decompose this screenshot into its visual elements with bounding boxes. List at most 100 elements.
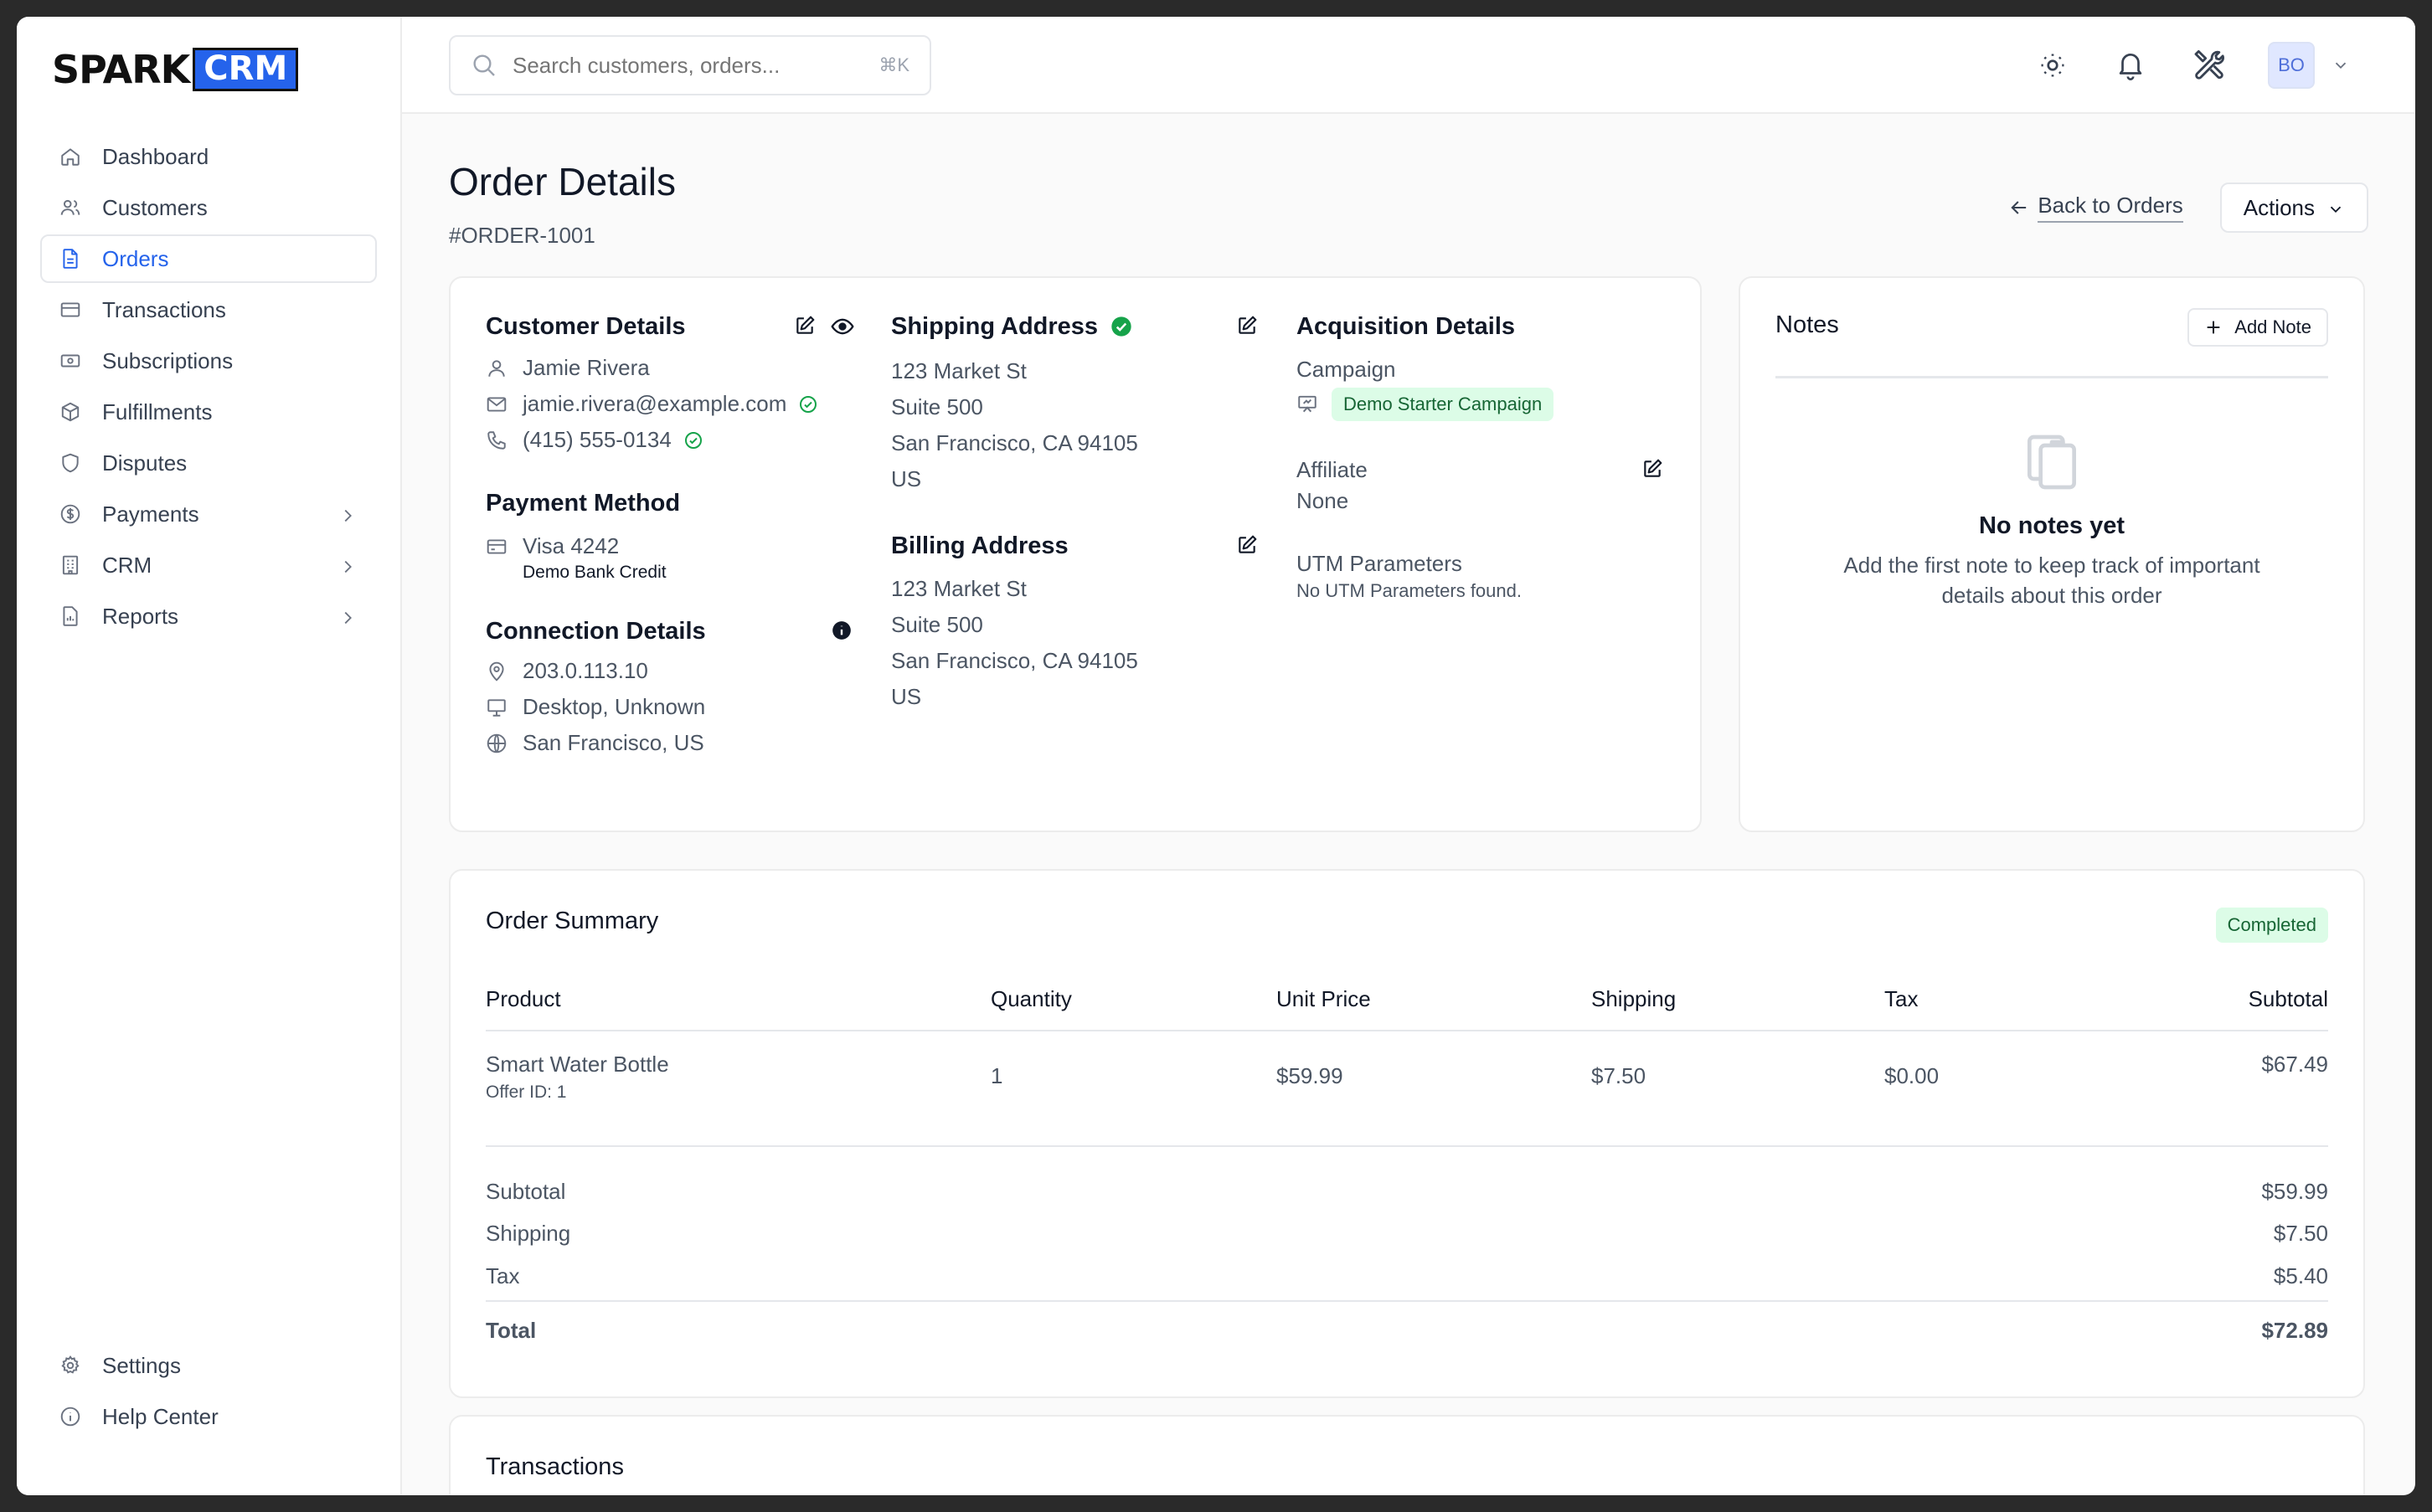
customer-phone-row: (415) 555-0134	[486, 422, 854, 458]
info-filled-icon[interactable]	[831, 620, 854, 643]
notes-title: Notes	[1775, 311, 1839, 338]
empty-title: No notes yet	[1978, 512, 2125, 539]
table-header: Product Quantity Unit Price Shipping Tax…	[486, 976, 2328, 1031]
sidebar-item-reports[interactable]: Reports	[40, 592, 377, 640]
sidebar-item-label: Disputes	[102, 450, 188, 476]
notes-card: Notes Add Note No notes yet Add the firs…	[1739, 276, 2365, 832]
customer-email[interactable]: jamie.rivera@example.com	[523, 391, 786, 417]
customer-name: Jamie Rivera	[523, 355, 650, 380]
edit-icon[interactable]	[1236, 315, 1260, 338]
totals-divider	[486, 1300, 2328, 1302]
user-icon	[486, 357, 508, 379]
connection-location: San Francisco, US	[523, 730, 704, 755]
verified-check-icon	[683, 430, 703, 450]
verified-check-icon	[798, 394, 818, 414]
campaign-label: Campaign	[1296, 357, 1396, 382]
connection-details-heading: Connection Details	[486, 616, 854, 646]
billing-line-3: San Francisco, CA 94105	[891, 648, 1138, 673]
brand-logo[interactable]: SPARK CRM	[40, 17, 377, 122]
search-input[interactable]	[513, 52, 879, 79]
sidebar-nav: Dashboard Customers Orders Transactions …	[40, 132, 377, 640]
shipping-address-title: Shipping Address	[891, 312, 1099, 340]
top-bar-actions: BO	[2034, 17, 2415, 114]
sidebar-item-subscriptions[interactable]: Subscriptions	[40, 337, 377, 385]
sidebar-item-crm[interactable]: CRM	[40, 541, 377, 589]
info-icon	[59, 1405, 82, 1428]
actions-label: Actions	[2243, 194, 2315, 220]
chevron-down-icon[interactable]	[2332, 56, 2350, 75]
phone-icon	[486, 429, 508, 451]
shipping-line-2: Suite 500	[891, 394, 983, 419]
edit-icon[interactable]	[794, 315, 817, 338]
order-details-card: Customer Details Jamie Rivera jamie.rive…	[449, 276, 1702, 832]
banknote-icon	[59, 349, 82, 373]
chevron-right-icon	[338, 607, 357, 625]
page-title: Order Details	[449, 160, 676, 203]
sidebar-item-label: Reports	[102, 603, 179, 629]
status-badge: Completed	[2215, 908, 2328, 943]
shield-icon	[59, 451, 82, 475]
shipping-line-4: US	[891, 466, 922, 491]
tools-icon[interactable]	[2190, 47, 2227, 84]
campaign-badge[interactable]: Demo Starter Campaign	[1332, 388, 1554, 421]
utm-value: No UTM Parameters found.	[1296, 580, 1522, 601]
sidebar-item-settings[interactable]: Settings	[40, 1341, 377, 1390]
customer-name-row: Jamie Rivera	[486, 350, 854, 386]
sidebar-item-label: Subscriptions	[102, 347, 234, 373]
affiliate-actions	[1628, 458, 1665, 481]
payment-card-row: Visa 4242	[486, 528, 854, 564]
sidebar-item-label: Help Center	[102, 1403, 219, 1429]
chevron-right-icon	[338, 556, 357, 574]
shipping-line-3: San Francisco, CA 94105	[891, 430, 1138, 455]
main-content: ⌘K BO Order Details #ORDER-1001 Back to …	[402, 17, 2415, 1495]
totals-shipping-row: Shipping $7.50	[486, 1221, 2328, 1247]
connection-details-title: Connection Details	[486, 617, 706, 645]
customer-email-row: jamie.rivera@example.com	[486, 386, 854, 422]
back-to-orders-link[interactable]: Back to Orders	[2007, 193, 2183, 223]
connection-device: Desktop, Unknown	[523, 694, 706, 719]
home-icon	[59, 145, 82, 168]
totals-shipping-label: Shipping	[486, 1221, 571, 1246]
eye-icon[interactable]	[831, 315, 854, 338]
add-note-button[interactable]: Add Note	[2187, 308, 2328, 347]
sidebar-item-transactions[interactable]: Transactions	[40, 285, 377, 334]
sidebar-item-label: Orders	[102, 245, 169, 271]
sun-icon[interactable]	[2034, 47, 2071, 84]
sidebar-item-label: Dashboard	[102, 143, 209, 169]
sidebar-item-payments[interactable]: Payments	[40, 490, 377, 538]
sidebar-item-customers[interactable]: Customers	[40, 183, 377, 232]
column-header-shipping: Shipping	[1591, 986, 1677, 1011]
sidebar-item-label: Fulfillments	[102, 399, 213, 424]
edit-icon[interactable]	[1641, 458, 1665, 481]
payment-bank: Demo Bank Credit	[523, 563, 667, 582]
presentation-icon	[1296, 393, 1318, 415]
sidebar-item-help-center[interactable]: Help Center	[40, 1392, 377, 1441]
gear-icon	[59, 1354, 82, 1377]
avatar[interactable]: BO	[2268, 42, 2315, 89]
mail-icon	[486, 393, 508, 415]
document-icon	[59, 247, 82, 270]
monitor-icon	[486, 697, 508, 718]
shipping-line-1: 123 Market St	[891, 358, 1027, 383]
sidebar-item-orders[interactable]: Orders	[40, 234, 377, 283]
totals-subtotal-row: Subtotal $59.99	[486, 1179, 2328, 1205]
totals-subtotal-label: Subtotal	[486, 1179, 566, 1204]
logo-crm-text: CRM	[193, 48, 299, 91]
column-header-tax: Tax	[1884, 986, 1919, 1011]
utm-label: UTM Parameters	[1296, 551, 1462, 576]
edit-icon[interactable]	[1236, 534, 1260, 558]
bell-icon[interactable]	[2112, 47, 2149, 84]
sidebar-item-fulfillments[interactable]: Fulfillments	[40, 388, 377, 436]
sidebar-item-dashboard[interactable]: Dashboard	[40, 132, 377, 181]
customer-phone[interactable]: (415) 555-0134	[523, 427, 672, 453]
payment-method-heading: Payment Method	[486, 488, 854, 518]
sidebar-item-disputes[interactable]: Disputes	[40, 439, 377, 487]
totals-tax-label: Tax	[486, 1263, 520, 1288]
product-name[interactable]: Smart Water Bottle	[486, 1052, 669, 1077]
actions-dropdown-button[interactable]: Actions	[2219, 183, 2368, 233]
top-bar: ⌘K BO	[402, 17, 2415, 114]
header-actions: Back to Orders Actions	[2007, 183, 2368, 233]
search-box[interactable]: ⌘K	[449, 35, 931, 95]
app-window: SPARK CRM Dashboard Customers Orders Tra…	[17, 17, 2415, 1495]
order-summary-card: Order Summary Completed Product Quantity…	[449, 869, 2365, 1398]
